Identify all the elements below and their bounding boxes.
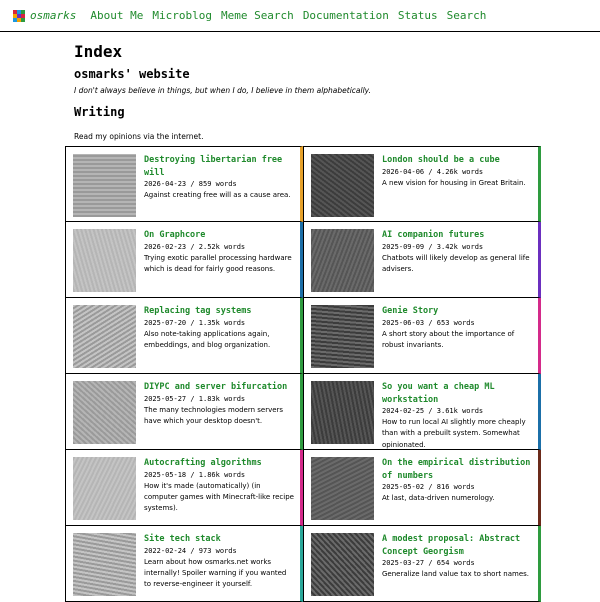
nav-status[interactable]: Status: [398, 9, 438, 22]
post-text: DIYPC and server bifurcation 2025-05-27 /…: [144, 381, 294, 427]
post-text: Site tech stack 2022-02-24 / 973 words Lea…: [144, 533, 294, 590]
post-card[interactable]: London should be a cube 2026-04-06 / 4.26…: [303, 146, 541, 222]
post-title-link[interactable]: DIYPC and server bifurcation: [144, 381, 294, 394]
post-description: A short story about the importance of ro…: [382, 329, 515, 349]
chip-thumbnail[interactable]: [73, 229, 136, 292]
factory-thumbnail[interactable]: [73, 457, 136, 520]
post-meta: 2025-06-03 / 653 words: [382, 318, 475, 327]
post-title-link[interactable]: On the empirical distribution of numbers: [382, 457, 532, 482]
writing-heading: Writing: [74, 105, 125, 119]
post-description: At last, data-driven numerology.: [382, 494, 495, 502]
book-thumbnail[interactable]: [73, 305, 136, 368]
post-title-link[interactable]: A modest proposal: Abstract Concept Geor…: [382, 533, 532, 558]
post-description: Learn about how osmarks.net works intern…: [144, 557, 287, 589]
post-title-link[interactable]: Replacing tag systems: [144, 305, 294, 318]
post-description: How to run local AI slightly more cheapl…: [382, 418, 526, 449]
workstation-thumbnail[interactable]: [311, 381, 374, 444]
post-title-link[interactable]: So you want a cheap ML workstation: [382, 381, 532, 406]
nav-search[interactable]: Search: [447, 9, 487, 22]
writing-intro: Read my opinions via the internet.: [74, 132, 204, 141]
post-meta: 2024-02-25 / 3.61k words: [382, 407, 484, 415]
papers-thumbnail[interactable]: [311, 457, 374, 520]
post-card[interactable]: So you want a cheap ML workstation 2024-0…: [303, 374, 541, 450]
post-title-link[interactable]: London should be a cube: [382, 154, 532, 167]
post-description: Trying exotic parallel processing hardwa…: [144, 253, 292, 273]
site-logo-icon[interactable]: [13, 9, 25, 22]
post-meta: 2026-04-23 / 859 words: [144, 180, 237, 188]
post-text: On the empirical distribution of numbers…: [382, 457, 532, 504]
post-text: London should be a cube 2026-04-06 / 4.26…: [382, 154, 532, 189]
post-meta: 2022-02-24 / 973 words: [144, 546, 237, 555]
post-text: Genie Story 2025-06-03 / 653 words A short…: [382, 305, 532, 351]
post-meta: 2026-04-06 / 4.26k words: [382, 167, 484, 176]
post-description: Chatbots will likely develop as general …: [382, 253, 530, 273]
post-meta: 2026-02-23 / 2.52k words: [144, 242, 246, 251]
nav-about-me[interactable]: About Me: [90, 9, 143, 22]
post-text: A modest proposal: Abstract Concept Geor…: [382, 533, 532, 580]
post-text: Autocrafting algorithms 2025-05-18 / 1.86…: [144, 457, 294, 514]
post-card[interactable]: Genie Story 2025-06-03 / 653 words A short…: [303, 298, 541, 374]
brand-link[interactable]: osmarks: [30, 9, 76, 22]
post-text: Destroying libertarian free will 2026-04-…: [144, 154, 294, 201]
post-text: Replacing tag systems 2025-07-20 / 1.35k …: [144, 305, 294, 351]
post-card[interactable]: A modest proposal: Abstract Concept Geor…: [303, 526, 541, 602]
post-card[interactable]: AI companion futures 2025-09-09 / 3.42k w…: [303, 222, 541, 298]
post-title-link[interactable]: Genie Story: [382, 305, 532, 318]
dice-thumbnail[interactable]: [73, 154, 136, 217]
post-meta: 2025-03-27 / 654 words: [382, 559, 475, 567]
genie-thumbnail[interactable]: [311, 305, 374, 368]
post-title-link[interactable]: AI companion futures: [382, 229, 532, 242]
post-card[interactable]: On the empirical distribution of numbers…: [303, 450, 541, 526]
post-description: A new vision for housing in Great Britai…: [382, 178, 526, 187]
site-subtitle: osmarks' website: [74, 67, 190, 81]
post-text: On Graphcore 2026-02-23 / 2.52k words Tryi…: [144, 229, 294, 275]
post-meta: 2025-05-02 / 816 words: [382, 483, 475, 491]
post-meta: 2025-05-18 / 1.86k words: [144, 470, 246, 479]
post-description: How it's made (automatically) (in comput…: [144, 481, 294, 513]
main-content: Index osmarks' website I don't always be…: [74, 42, 544, 142]
nav-meme-search[interactable]: Meme Search: [221, 9, 294, 22]
portrait-thumbnail[interactable]: [311, 229, 374, 292]
post-description: The many technologies modern servers hav…: [144, 405, 284, 425]
cube-city-thumbnail[interactable]: [311, 154, 374, 217]
post-description: Generalize land value tax to short names…: [382, 570, 530, 578]
post-meta: 2025-09-09 / 3.42k words: [382, 242, 484, 251]
post-title-link[interactable]: Destroying libertarian free will: [144, 154, 294, 179]
post-meta: 2025-05-27 / 1.83k words: [144, 394, 246, 403]
post-text: So you want a cheap ML workstation 2024-0…: [382, 381, 532, 451]
post-card[interactable]: On Graphcore 2026-02-23 / 2.52k words Tryi…: [65, 222, 303, 298]
page-title: Index: [74, 42, 123, 61]
nav-microblog[interactable]: Microblog: [152, 9, 212, 22]
post-card[interactable]: Site tech stack 2022-02-24 / 973 words Lea…: [65, 526, 303, 602]
logo-tile: [21, 17, 25, 22]
post-card[interactable]: Autocrafting algorithms 2025-05-18 / 1.86…: [65, 450, 303, 526]
post-title-link[interactable]: On Graphcore: [144, 229, 294, 242]
nav-documentation[interactable]: Documentation: [303, 9, 389, 22]
post-text: AI companion futures 2025-09-09 / 3.42k w…: [382, 229, 532, 275]
post-card[interactable]: Replacing tag systems 2025-07-20 / 1.35k …: [65, 298, 303, 374]
post-card[interactable]: DIYPC and server bifurcation 2025-05-27 /…: [65, 374, 303, 450]
post-meta: 2025-07-20 / 1.35k words: [144, 318, 246, 327]
post-card[interactable]: Destroying libertarian free will 2026-04-…: [65, 146, 303, 222]
tower-thumbnail[interactable]: [73, 533, 136, 596]
server-rack-thumbnail[interactable]: [73, 381, 136, 444]
post-description: Against creating free will as a cause ar…: [144, 191, 291, 199]
post-description: Also note-taking applications again, emb…: [144, 329, 271, 349]
tagline: I don't always believe in things, but wh…: [74, 86, 371, 95]
top-nav: osmarks About Me Microblog Meme Search D…: [0, 0, 600, 32]
globe-thumbnail[interactable]: [311, 533, 374, 596]
post-title-link[interactable]: Site tech stack: [144, 533, 294, 546]
post-title-link[interactable]: Autocrafting algorithms: [144, 457, 294, 470]
